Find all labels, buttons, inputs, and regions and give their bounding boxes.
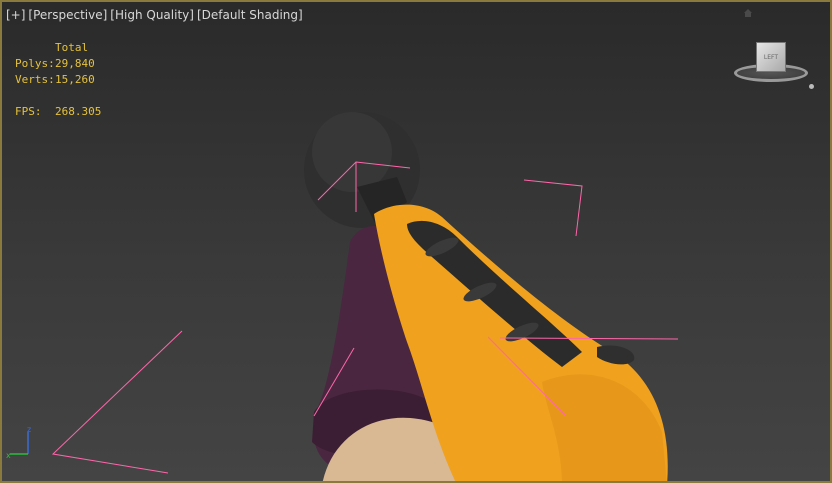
viewport-menu-plus[interactable]: [+] xyxy=(6,8,25,22)
fps-value: 268.305 xyxy=(55,105,102,118)
axis-gizmo: z x xyxy=(6,425,31,460)
polys-value: 29,840 xyxy=(55,57,95,70)
viewport-statistics: Total Polys: 29,840 Verts: 15,260 FPS: 2… xyxy=(15,40,101,120)
viewcube-face[interactable]: LEFT xyxy=(756,42,786,72)
viewport-menu-perspective[interactable]: [Perspective] xyxy=(28,8,107,22)
viewcube-face-label: LEFT xyxy=(763,53,779,61)
viewport-menu-shading[interactable]: [Default Shading] xyxy=(197,8,303,22)
gun-knob-highlight xyxy=(312,112,392,192)
3d-viewport[interactable]: [+] [Perspective] [High Quality] [Default S… xyxy=(0,0,832,483)
axis-z-label: z xyxy=(27,425,31,434)
polys-label: Polys: xyxy=(15,57,55,70)
fps-label: FPS: xyxy=(15,105,42,118)
stats-verts-row: Verts: 15,260 xyxy=(15,72,101,88)
viewcube-dot xyxy=(809,84,814,89)
verts-value: 15,260 xyxy=(55,73,95,86)
scene-render[interactable] xyxy=(2,2,832,483)
home-icon[interactable] xyxy=(744,9,752,17)
viewcube[interactable]: LEFT xyxy=(732,38,816,96)
stats-fps-row: FPS: 268.305 xyxy=(15,104,101,120)
verts-label: Verts: xyxy=(15,73,55,86)
stats-header: Total xyxy=(55,41,89,54)
axis-x-label: x xyxy=(6,451,11,460)
stats-polys-row: Polys: 29,840 xyxy=(15,56,101,72)
viewport-menu-quality[interactable]: [High Quality] xyxy=(110,8,194,22)
viewport-label-bar: [+] [Perspective] [High Quality] [Default S… xyxy=(6,8,306,22)
